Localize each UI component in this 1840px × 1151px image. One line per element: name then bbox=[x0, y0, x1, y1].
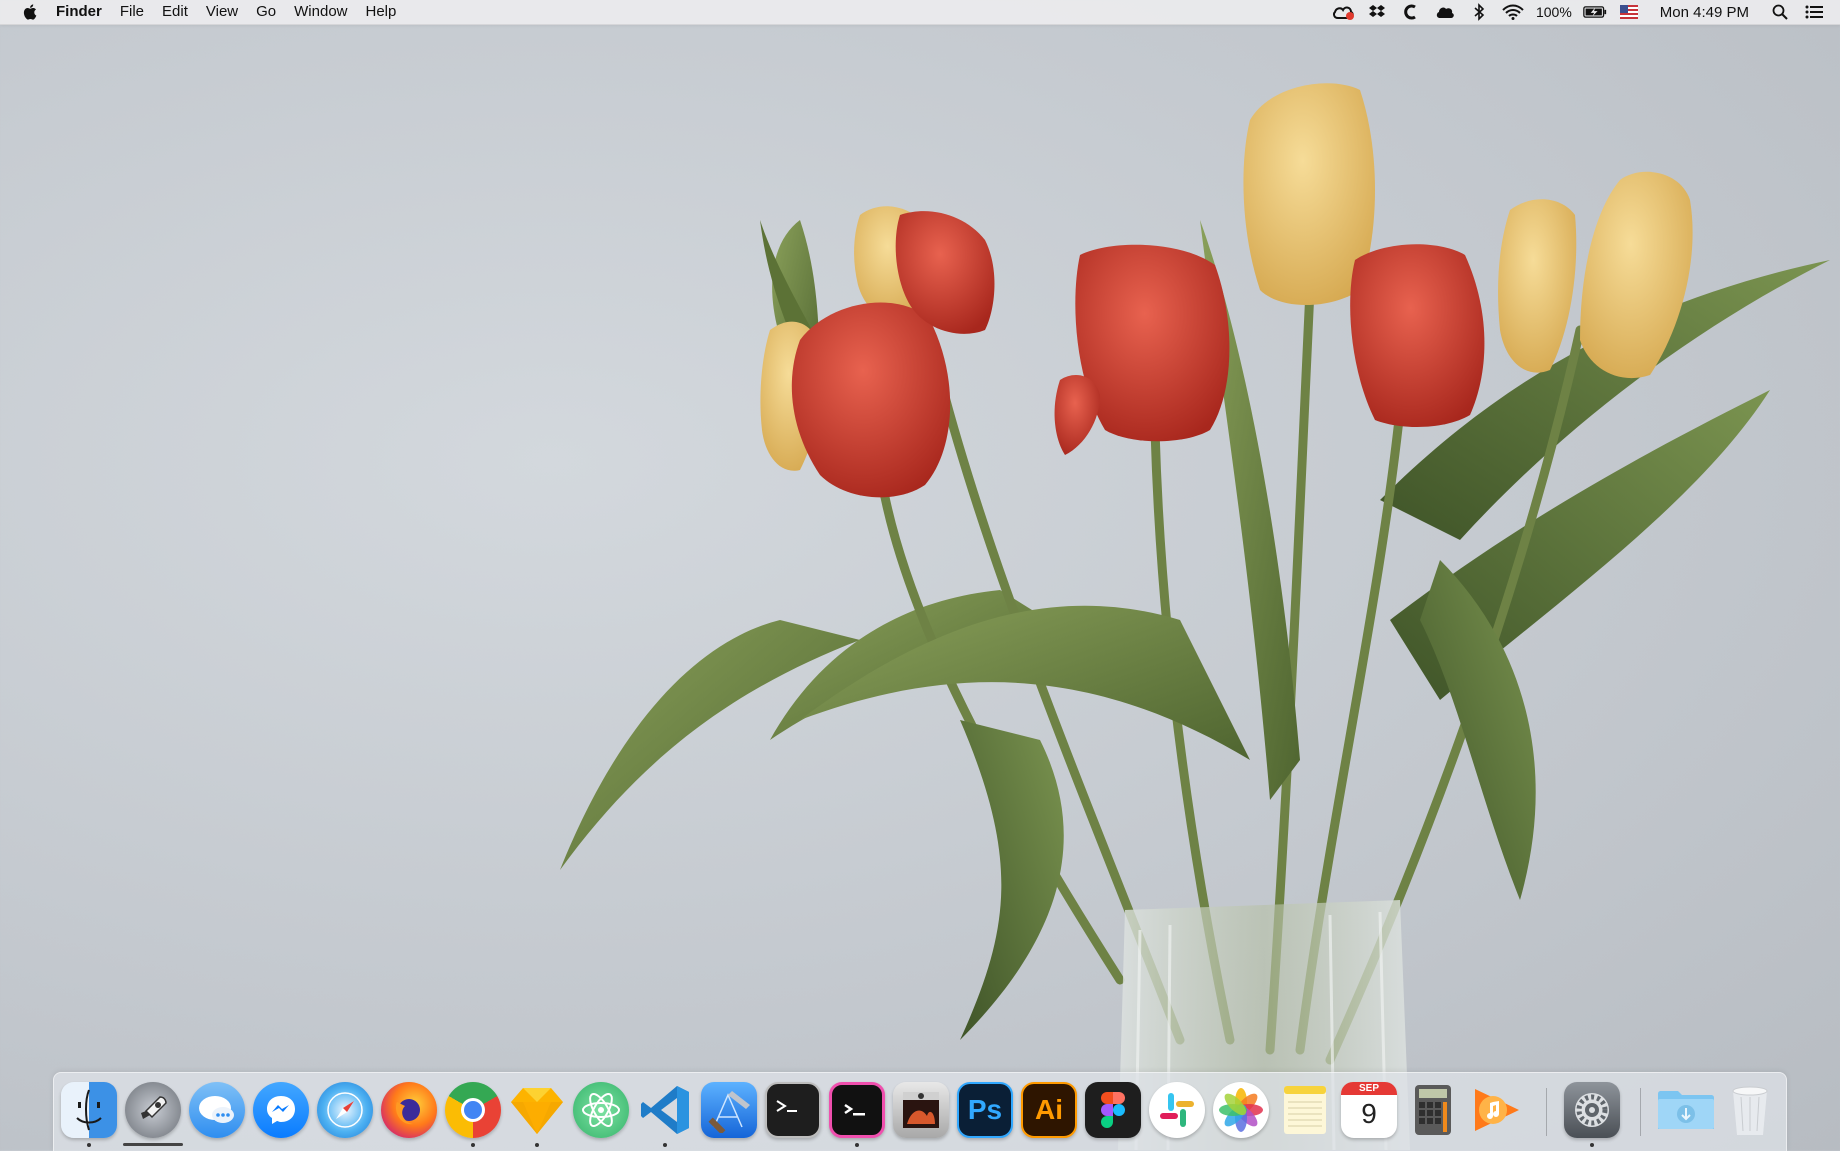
dock-terminal-icon[interactable] bbox=[765, 1082, 821, 1138]
dock-launchpad-icon[interactable] bbox=[125, 1082, 181, 1138]
calendar-day: 9 bbox=[1361, 1098, 1377, 1129]
dock-trash-icon[interactable] bbox=[1722, 1082, 1778, 1138]
running-indicator bbox=[471, 1143, 475, 1147]
cloud-icon[interactable] bbox=[1433, 0, 1457, 24]
wifi-icon[interactable] bbox=[1501, 0, 1525, 24]
dock-figma-icon[interactable] bbox=[1085, 1082, 1141, 1138]
dock-messages-icon[interactable] bbox=[189, 1082, 245, 1138]
battery-percent: 100% bbox=[1535, 4, 1572, 20]
dock-atom-icon[interactable] bbox=[573, 1082, 629, 1138]
dock-firefox-icon[interactable] bbox=[381, 1082, 437, 1138]
bluetooth-icon[interactable] bbox=[1467, 0, 1491, 24]
apple-logo-icon[interactable] bbox=[22, 3, 40, 21]
dock-notes-icon[interactable] bbox=[1277, 1082, 1333, 1138]
photoshop-label: Ps bbox=[967, 1094, 1003, 1125]
dock-separator bbox=[1546, 1088, 1547, 1136]
dock-music-icon[interactable] bbox=[1469, 1082, 1525, 1138]
dock-separator bbox=[1640, 1088, 1641, 1136]
menubar-clock[interactable]: Mon 4:49 PM bbox=[1660, 4, 1749, 21]
desktop-wallpaper bbox=[560, 83, 1830, 1150]
menu-window[interactable]: Window bbox=[285, 0, 356, 24]
creative-cloud-icon[interactable] bbox=[1331, 0, 1355, 24]
menu-bar: Finder File Edit View Go Window Help 100… bbox=[0, 0, 1840, 25]
dock-safari-icon[interactable] bbox=[317, 1082, 373, 1138]
dock-photo-booth-icon[interactable] bbox=[893, 1082, 949, 1138]
dock-chrome-icon[interactable] bbox=[445, 1082, 501, 1138]
menu-file[interactable]: File bbox=[111, 0, 153, 24]
running-indicator bbox=[535, 1143, 539, 1147]
input-source-us-flag-icon[interactable] bbox=[1617, 0, 1641, 24]
menu-app-name[interactable]: Finder bbox=[56, 0, 111, 24]
dock-vscode-icon[interactable] bbox=[637, 1082, 693, 1138]
battery-charging-icon[interactable] bbox=[1582, 0, 1607, 24]
dock-finder-icon[interactable] bbox=[61, 1082, 117, 1138]
dock-system-preferences-icon[interactable] bbox=[1564, 1082, 1620, 1138]
menu-go[interactable]: Go bbox=[247, 0, 285, 24]
notification-center-icon[interactable] bbox=[1802, 0, 1826, 24]
spotlight-search-icon[interactable] bbox=[1768, 0, 1792, 24]
dock-hyper-icon[interactable] bbox=[829, 1082, 885, 1138]
running-indicator bbox=[663, 1143, 667, 1147]
running-indicator bbox=[87, 1143, 91, 1147]
dropbox-icon[interactable] bbox=[1365, 0, 1389, 24]
dock-downloads-folder-icon[interactable] bbox=[1656, 1082, 1716, 1138]
dock-xcode-icon[interactable] bbox=[701, 1082, 757, 1138]
dock-photoshop-icon[interactable]: Ps bbox=[957, 1082, 1013, 1138]
calendar-month: SEP bbox=[1341, 1082, 1397, 1095]
illustrator-label: Ai bbox=[1035, 1094, 1063, 1125]
dock-calculator-icon[interactable] bbox=[1405, 1082, 1461, 1138]
dock-photos-icon[interactable] bbox=[1213, 1082, 1269, 1138]
dock-slack-icon[interactable] bbox=[1149, 1082, 1205, 1138]
dock-messenger-icon[interactable] bbox=[253, 1082, 309, 1138]
launchpad-drag-indicator bbox=[123, 1143, 183, 1146]
menu-view[interactable]: View bbox=[197, 0, 247, 24]
running-indicator bbox=[1590, 1143, 1594, 1147]
menu-edit[interactable]: Edit bbox=[153, 0, 197, 24]
c-app-icon[interactable] bbox=[1399, 0, 1423, 24]
running-indicator bbox=[855, 1143, 859, 1147]
menu-help[interactable]: Help bbox=[357, 0, 406, 24]
dock-calendar-icon[interactable]: SEP 9 bbox=[1341, 1082, 1397, 1138]
dock-sketch-icon[interactable] bbox=[509, 1082, 565, 1138]
dock-illustrator-icon[interactable]: Ai bbox=[1021, 1082, 1077, 1138]
